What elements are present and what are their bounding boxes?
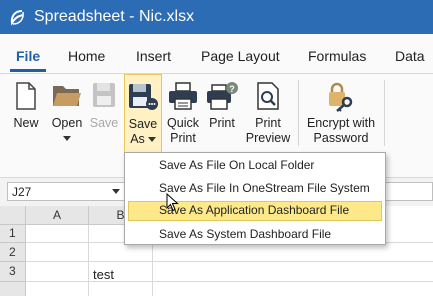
encrypt-label-line1: Encrypt with bbox=[306, 116, 376, 130]
menu-item-save-system-dashboard[interactable]: Save As System Dashboard File bbox=[128, 225, 382, 245]
column-header-a[interactable]: A bbox=[26, 206, 89, 225]
quick-print-label-line1: Quick bbox=[167, 116, 199, 130]
printer-help-icon: ? bbox=[207, 82, 238, 110]
tab-insert[interactable]: Insert bbox=[136, 48, 171, 64]
new-document-icon bbox=[16, 82, 36, 110]
save-as-icon bbox=[129, 84, 158, 110]
row-header-1[interactable]: 1 bbox=[0, 225, 26, 243]
save-label: Save bbox=[89, 116, 119, 130]
save-as-menu: Save As File On Local Folder Save As Fil… bbox=[124, 152, 386, 245]
tab-page-layout[interactable]: Page Layout bbox=[201, 48, 280, 64]
tab-data[interactable]: Data bbox=[395, 48, 425, 64]
app-logo-icon bbox=[10, 10, 24, 26]
ribbon-separator-end bbox=[384, 80, 385, 146]
open-label: Open bbox=[51, 116, 83, 130]
print-preview-label-line2: Preview bbox=[245, 131, 291, 145]
row-header-3[interactable]: 3 bbox=[0, 262, 26, 282]
printer-icon bbox=[169, 82, 197, 110]
print-preview-label-line1: Print bbox=[255, 116, 281, 130]
encrypt-label-line2: Password bbox=[313, 131, 369, 145]
name-box-value: J27 bbox=[12, 185, 32, 199]
floppy-disk-icon bbox=[93, 83, 115, 107]
save-as-label: Save As bbox=[125, 117, 161, 147]
save-as-label-line1: Save bbox=[128, 117, 158, 131]
row-header-4[interactable] bbox=[0, 282, 26, 296]
encrypt-with-password-button[interactable]: Encrypt with Password bbox=[301, 74, 381, 150]
name-box-dropdown-icon bbox=[112, 189, 120, 194]
quick-print-button[interactable]: Quick Print bbox=[165, 74, 201, 150]
print-preview-icon bbox=[257, 82, 279, 110]
print-preview-button[interactable]: Print Preview bbox=[243, 74, 293, 150]
quick-print-label-line2: Print bbox=[170, 131, 196, 145]
active-tab-indicator bbox=[10, 69, 46, 72]
row-header-2[interactable]: 2 bbox=[0, 243, 26, 262]
title-bar: Spreadsheet - Nic.xlsx bbox=[0, 0, 433, 34]
mouse-pointer-icon bbox=[166, 193, 179, 212]
svg-text:?: ? bbox=[229, 84, 235, 94]
select-all-corner[interactable] bbox=[0, 206, 26, 225]
save-as-button[interactable]: Save As bbox=[124, 74, 162, 154]
folder-open-icon bbox=[53, 86, 81, 106]
open-button[interactable]: Open bbox=[47, 74, 87, 150]
encrypt-label: Encrypt with Password bbox=[301, 116, 381, 146]
tab-home[interactable]: Home bbox=[68, 48, 105, 64]
quick-print-label: Quick Print bbox=[165, 116, 201, 146]
ribbon-separator bbox=[298, 80, 299, 146]
ribbon-tabs: File Home Insert Page Layout Formulas Da… bbox=[0, 34, 433, 74]
new-button[interactable]: New bbox=[6, 74, 46, 150]
grid-line bbox=[88, 225, 89, 296]
name-box[interactable]: J27 bbox=[7, 182, 125, 201]
window-title: Spreadsheet - Nic.xlsx bbox=[34, 8, 195, 25]
open-dropdown-arrow-icon bbox=[63, 136, 71, 141]
tab-file[interactable]: File bbox=[16, 48, 40, 64]
print-label: Print bbox=[209, 116, 235, 130]
save-as-label-line2: As bbox=[130, 132, 145, 146]
cell-b3[interactable]: test bbox=[93, 267, 114, 282]
save-button[interactable]: Save bbox=[88, 74, 120, 150]
menu-item-save-local-folder[interactable]: Save As File On Local Folder bbox=[128, 156, 382, 176]
padlock-key-icon bbox=[329, 82, 353, 112]
tab-formulas[interactable]: Formulas bbox=[308, 48, 366, 64]
print-preview-label: Print Preview bbox=[243, 116, 293, 146]
new-label: New bbox=[13, 116, 39, 130]
print-button[interactable]: ? Print bbox=[203, 74, 241, 150]
save-as-dropdown-arrow-icon bbox=[147, 137, 156, 143]
